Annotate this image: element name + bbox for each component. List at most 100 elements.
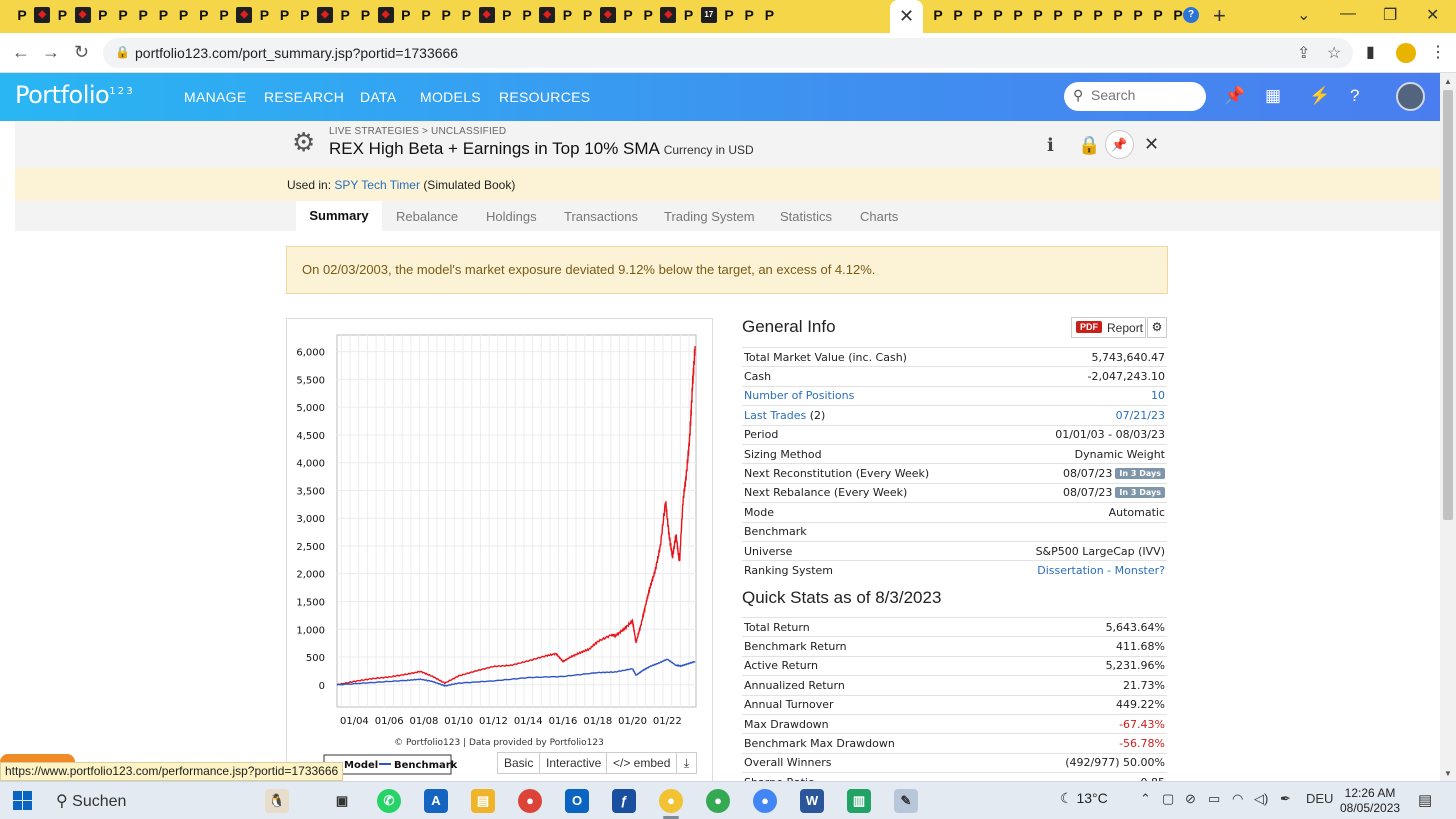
browser-tab[interactable]: ◆ — [34, 7, 51, 23]
app-icon[interactable]: ƒ — [612, 789, 636, 813]
browser-tab[interactable]: P — [741, 7, 757, 23]
apps-grid-icon[interactable]: ▦ — [1265, 86, 1281, 106]
browser-tab[interactable]: P — [681, 7, 697, 23]
profile-icon[interactable] — [1396, 43, 1416, 63]
search-input[interactable] — [1091, 87, 1196, 103]
browser-tab[interactable]: P — [930, 7, 946, 23]
volume-icon[interactable]: ◁) — [1254, 791, 1268, 807]
scroll-up-icon[interactable]: ▲ — [1444, 77, 1452, 86]
maximize-icon[interactable]: ❐ — [1383, 5, 1397, 25]
weather[interactable]: ☾ 13°C — [1060, 790, 1108, 807]
nav-manage[interactable]: MANAGE — [184, 89, 246, 105]
info-value[interactable]: Dissertation - Monster? — [991, 560, 1167, 581]
browser-tab[interactable]: P — [1050, 7, 1066, 23]
browser-tab[interactable]: P — [1110, 7, 1126, 23]
tab-summary[interactable]: Summary — [296, 201, 382, 231]
new-tab-icon[interactable]: + — [1213, 3, 1226, 29]
file-explorer-icon[interactable]: ▤ — [471, 789, 495, 813]
paint-icon[interactable]: ✎ — [894, 789, 918, 813]
browser-tab[interactable]: 17 — [700, 7, 717, 23]
pin-button[interactable]: 📌 — [1105, 130, 1134, 159]
language-indicator[interactable]: DEU — [1306, 791, 1333, 806]
minimize-icon[interactable]: — — [1340, 5, 1356, 23]
browser-tab[interactable]: P — [1010, 7, 1026, 23]
browser-tab[interactable]: ◆ — [599, 7, 616, 23]
nav-research[interactable]: RESEARCH — [264, 89, 344, 105]
nav-models[interactable]: MODELS — [420, 89, 481, 105]
basic-chart-button[interactable]: Basic — [497, 752, 541, 774]
browser-tab[interactable]: P — [1090, 7, 1106, 23]
interactive-chart-button[interactable]: Interactive — [539, 752, 609, 774]
info-value[interactable]: 10 — [991, 385, 1167, 406]
word-icon[interactable]: W — [800, 789, 824, 813]
browser-tab[interactable]: P — [95, 7, 111, 23]
pen-icon[interactable]: ✒ — [1280, 791, 1291, 807]
site-search[interactable]: ⚲ — [1064, 82, 1206, 111]
info-value[interactable]: 07/21/23 — [991, 405, 1167, 426]
embed-chart-button[interactable]: </> embed — [606, 752, 678, 774]
clock[interactable]: 12:26 AM 08/05/2023 — [1340, 786, 1400, 816]
info-label[interactable]: Number of Positions — [742, 385, 992, 406]
report-settings-icon[interactable]: ⚙ — [1147, 317, 1167, 338]
nav-data[interactable]: DATA — [360, 89, 396, 105]
bookmark-star-icon[interactable]: ☆ — [1327, 43, 1341, 63]
tab-holdings[interactable]: Holdings — [486, 209, 537, 224]
browser-menu-icon[interactable]: ⋮ — [1430, 42, 1446, 62]
chrome-profile-icon[interactable]: ● — [659, 789, 683, 813]
browser-tab[interactable]: P — [559, 7, 575, 23]
browser-tab[interactable]: ◆ — [539, 7, 556, 23]
browser-tab[interactable]: P — [1150, 7, 1166, 23]
lock-icon[interactable]: 🔒 — [1078, 135, 1100, 156]
browser-tab[interactable]: ◆ — [478, 7, 495, 23]
close-window-icon[interactable]: ✕ — [1426, 5, 1439, 25]
share-icon[interactable]: ⇪ — [1297, 43, 1310, 63]
url-text[interactable]: portfolio123.com/port_summary.jsp?portid… — [135, 45, 458, 61]
browser-tab[interactable]: P — [256, 7, 272, 23]
browser-tab[interactable]: P — [990, 7, 1006, 23]
browser-tab[interactable]: P — [398, 7, 414, 23]
info-icon[interactable]: ℹ — [1047, 135, 1054, 156]
used-in-link[interactable]: SPY Tech Timer — [334, 178, 420, 192]
browser-tab[interactable]: P — [337, 7, 353, 23]
start-button[interactable] — [13, 791, 32, 810]
battery-icon[interactable]: ▭ — [1208, 791, 1220, 807]
tab-rebalance[interactable]: Rebalance — [396, 209, 458, 224]
browser-tab[interactable]: P — [519, 7, 535, 23]
tray-expand-icon[interactable]: ⌃ — [1140, 791, 1151, 807]
browser-tab[interactable]: ◆ — [317, 7, 333, 23]
chrome-profile-3-icon[interactable]: ● — [753, 789, 777, 813]
browser-tab[interactable]: P — [357, 7, 373, 23]
url-bar[interactable]: 🔒 portfolio123.com/port_summary.jsp?port… — [103, 38, 1353, 68]
browser-tab[interactable]: P — [54, 7, 70, 23]
lock-icon[interactable]: 🔒 — [115, 45, 130, 59]
pin-icon[interactable]: 📌 — [1224, 86, 1245, 106]
search-highlight-icon[interactable]: 🐧 — [265, 789, 289, 813]
tray-icon-1[interactable]: ▢ — [1162, 791, 1174, 807]
reload-icon[interactable]: ↻ — [74, 42, 89, 63]
side-panel-icon[interactable]: ▮ — [1366, 42, 1375, 62]
browser-tab[interactable]: P — [196, 7, 212, 23]
taskbar-search[interactable]: ⚲ Suchen — [56, 791, 126, 811]
browser-tab[interactable]: P — [721, 7, 737, 23]
browser-tab[interactable]: P — [14, 7, 30, 23]
pdf-report-button[interactable]: PDF Report — [1071, 317, 1146, 338]
browser-tab[interactable]: P — [970, 7, 986, 23]
tray-icon-2[interactable]: ⊘ — [1185, 791, 1196, 807]
download-icon[interactable]: ⤓ — [676, 752, 697, 774]
tab-transactions[interactable]: Transactions — [564, 209, 638, 224]
scroll-thumb[interactable] — [1443, 90, 1453, 520]
close-tab-icon[interactable]: ✕ — [899, 6, 914, 27]
browser-tab[interactable]: P — [297, 7, 313, 23]
tab-charts[interactable]: Charts — [860, 209, 898, 224]
browser-tab[interactable]: P — [1030, 7, 1046, 23]
browser-tab[interactable]: P — [418, 7, 434, 23]
browser-tab[interactable]: P — [580, 7, 596, 23]
browser-tab[interactable]: ◆ — [660, 7, 677, 23]
outlook-icon[interactable]: O — [565, 789, 589, 813]
info-label[interactable]: Last Trades (2) — [742, 405, 992, 426]
chrome-profile-2-icon[interactable]: ● — [706, 789, 730, 813]
browser-tab[interactable]: P — [277, 7, 293, 23]
avatar[interactable] — [1396, 82, 1425, 111]
task-view-icon[interactable]: ▣ — [330, 789, 354, 813]
breadcrumb[interactable]: LIVE STRATEGIES > UNCLASSIFIED — [329, 126, 506, 137]
